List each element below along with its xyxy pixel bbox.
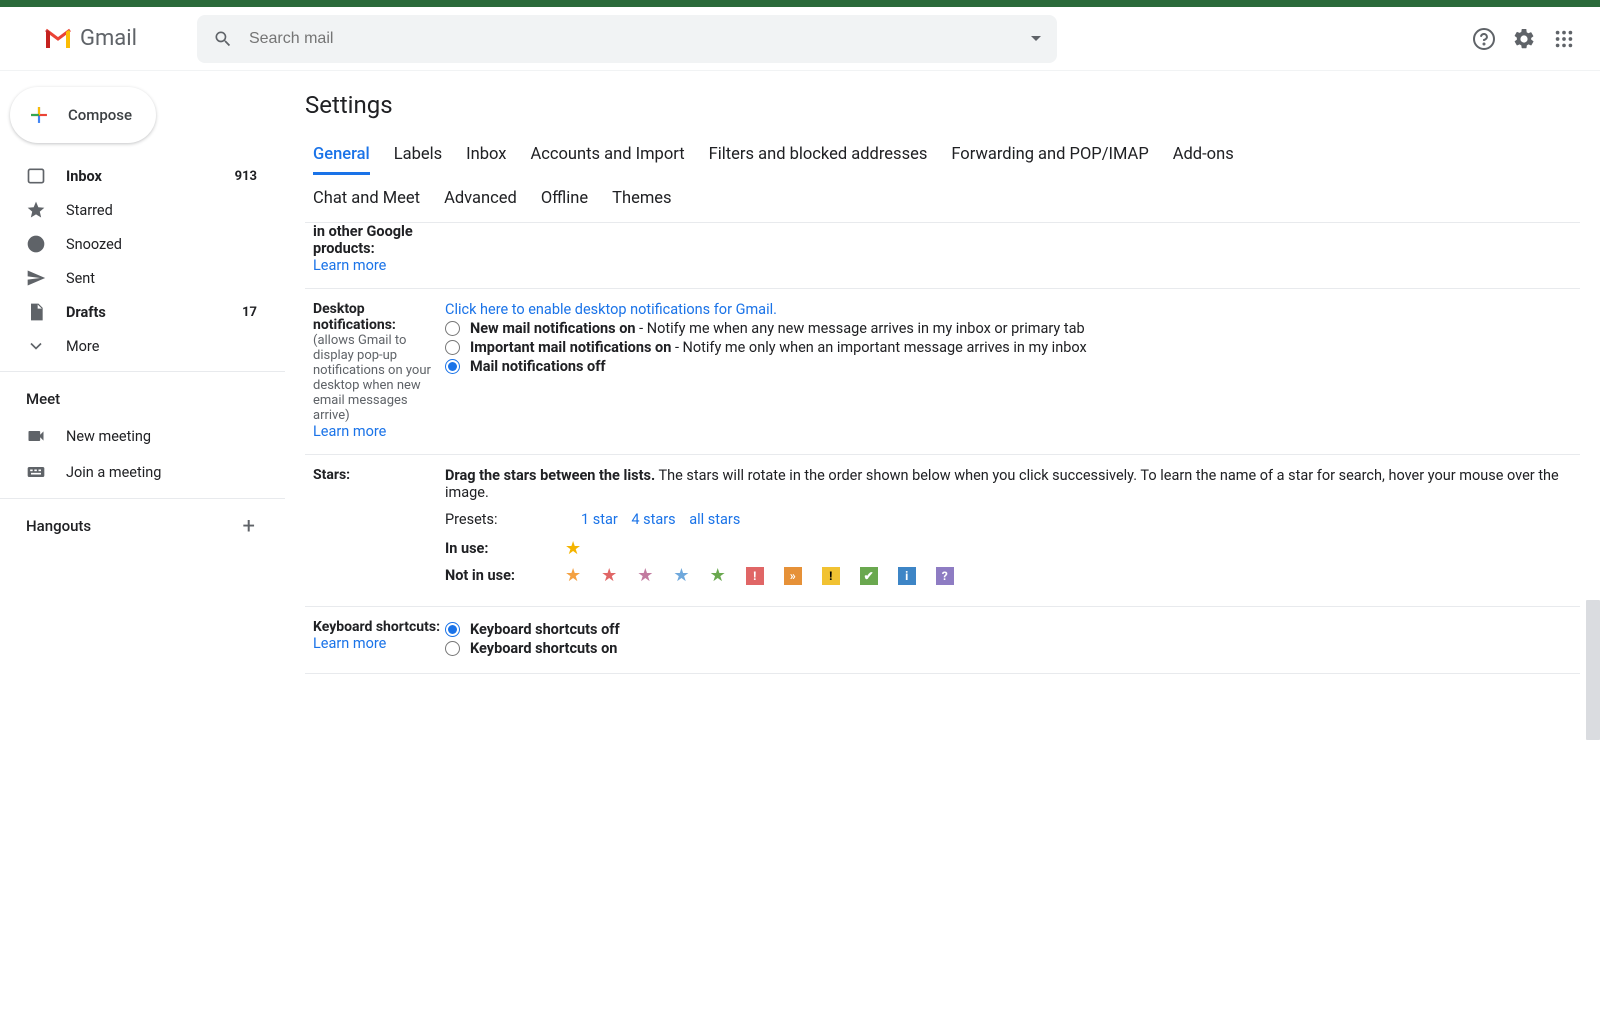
tab-forwarding-and-pop-imap[interactable]: Forwarding and POP/IMAP: [951, 137, 1148, 175]
tab-themes[interactable]: Themes: [612, 181, 671, 216]
radio-desc: - Notify me when any new message arrives…: [636, 320, 1085, 337]
stars-label: Stars:: [313, 467, 350, 483]
radio-shortcuts-off[interactable]: [445, 622, 460, 637]
purple-question-icon[interactable]: ?: [936, 567, 954, 585]
radio-label: Keyboard shortcuts on: [470, 640, 617, 657]
tab-general[interactable]: General: [313, 137, 370, 175]
green-check-icon[interactable]: ✔: [860, 567, 878, 585]
sidebar-item-starred[interactable]: Starred: [0, 193, 273, 227]
support-icon[interactable]: [1472, 27, 1496, 51]
preset-1-star[interactable]: 1 star: [581, 511, 618, 528]
partial-setting-line: products:: [313, 240, 375, 257]
nav-icon: [26, 302, 48, 322]
keyboard-shortcuts-label: Keyboard shortcuts:: [313, 619, 440, 635]
learn-more-link[interactable]: Learn more: [313, 635, 386, 652]
tab-chat-and-meet[interactable]: Chat and Meet: [313, 181, 420, 216]
radio-mail-off[interactable]: [445, 359, 460, 374]
meet-item-new-meeting[interactable]: New meeting: [0, 418, 285, 454]
red-bang-icon[interactable]: !: [746, 567, 764, 585]
hangouts-header: Hangouts: [0, 507, 117, 545]
tab-add-ons[interactable]: Add-ons: [1173, 137, 1234, 175]
sidebar-item-inbox[interactable]: Inbox913: [0, 159, 273, 193]
radio-label: Keyboard shortcuts off: [470, 621, 620, 638]
tab-accounts-and-import[interactable]: Accounts and Import: [530, 137, 684, 175]
radio-new-mail-on[interactable]: [445, 321, 460, 336]
enable-desktop-notifications-link[interactable]: Click here to enable desktop notificatio…: [445, 301, 777, 318]
nav-icon: [26, 166, 48, 186]
yellow-bang-icon[interactable]: !: [822, 567, 840, 585]
radio-label: Important mail notifications on: [470, 339, 671, 356]
page-title: Settings: [305, 91, 1580, 119]
desktop-notifications-label: Desktop notifications:: [313, 301, 396, 333]
tab-filters-and-blocked-addresses[interactable]: Filters and blocked addresses: [709, 137, 928, 175]
sidebar-item-sent[interactable]: Sent: [0, 261, 273, 295]
in-use-label: In use:: [445, 540, 545, 557]
gmail-logo[interactable]: Gmail: [44, 26, 137, 51]
compose-label: Compose: [68, 106, 132, 124]
meet-item-join-a-meeting[interactable]: Join a meeting: [0, 454, 285, 490]
sidebar-item-snoozed[interactable]: Snoozed: [0, 227, 273, 261]
learn-more-link[interactable]: Learn more: [313, 423, 386, 440]
radio-shortcuts-on[interactable]: [445, 641, 460, 656]
search-icon: [213, 29, 233, 49]
meet-header: Meet: [0, 380, 285, 418]
not-in-use-label: Not in use:: [445, 567, 545, 584]
tab-labels[interactable]: Labels: [394, 137, 442, 175]
tab-offline[interactable]: Offline: [541, 181, 588, 216]
search-input[interactable]: [233, 30, 1031, 48]
learn-more-link[interactable]: Learn more: [313, 257, 386, 274]
nav-icon: [26, 268, 48, 288]
nav-icon: [26, 336, 48, 356]
settings-gear-icon[interactable]: [1512, 27, 1536, 51]
red-star-icon[interactable]: ★: [601, 565, 617, 586]
desktop-notifications-sublabel: (allows Gmail to display pop-up notifica…: [313, 333, 443, 423]
presets-label: Presets:: [445, 511, 545, 528]
yellow-star-icon[interactable]: ★: [565, 538, 581, 559]
apps-grid-icon[interactable]: [1552, 27, 1576, 51]
preset-4-stars[interactable]: 4 stars: [631, 511, 675, 528]
search-box[interactable]: [197, 15, 1057, 63]
purple-star-icon[interactable]: ★: [637, 565, 653, 586]
radio-important-mail-on[interactable]: [445, 340, 460, 355]
sidebar-item-drafts[interactable]: Drafts17: [0, 295, 273, 329]
meet-icon: [26, 426, 48, 446]
stars-desc-bold: Drag the stars between the lists.: [445, 467, 655, 484]
meet-icon: [26, 462, 48, 482]
orange-star-icon[interactable]: ★: [565, 565, 581, 586]
tab-advanced[interactable]: Advanced: [444, 181, 517, 216]
compose-button[interactable]: Compose: [10, 87, 156, 143]
radio-label: Mail notifications off: [470, 358, 606, 375]
main-menu-icon[interactable]: [16, 27, 40, 51]
partial-setting-line: in other Google: [313, 223, 413, 240]
tab-inbox[interactable]: Inbox: [466, 137, 506, 175]
blue-info-icon[interactable]: i: [898, 567, 916, 585]
sidebar-item-more[interactable]: More: [0, 329, 273, 363]
blue-star-icon[interactable]: ★: [673, 565, 689, 586]
radio-desc: - Notify me only when an important messa…: [671, 339, 1086, 356]
hangouts-add-icon[interactable]: +: [243, 514, 285, 539]
logo-text: Gmail: [80, 26, 137, 51]
nav-icon: [26, 234, 48, 254]
scrollbar-thumb[interactable]: [1586, 600, 1600, 740]
preset-all-stars[interactable]: all stars: [689, 511, 740, 528]
orange-guillemet-icon[interactable]: »: [784, 567, 802, 585]
green-star-icon[interactable]: ★: [710, 565, 726, 586]
search-options-caret-icon[interactable]: [1031, 36, 1041, 41]
nav-icon: [26, 200, 48, 220]
radio-label: New mail notifications on: [470, 320, 636, 337]
